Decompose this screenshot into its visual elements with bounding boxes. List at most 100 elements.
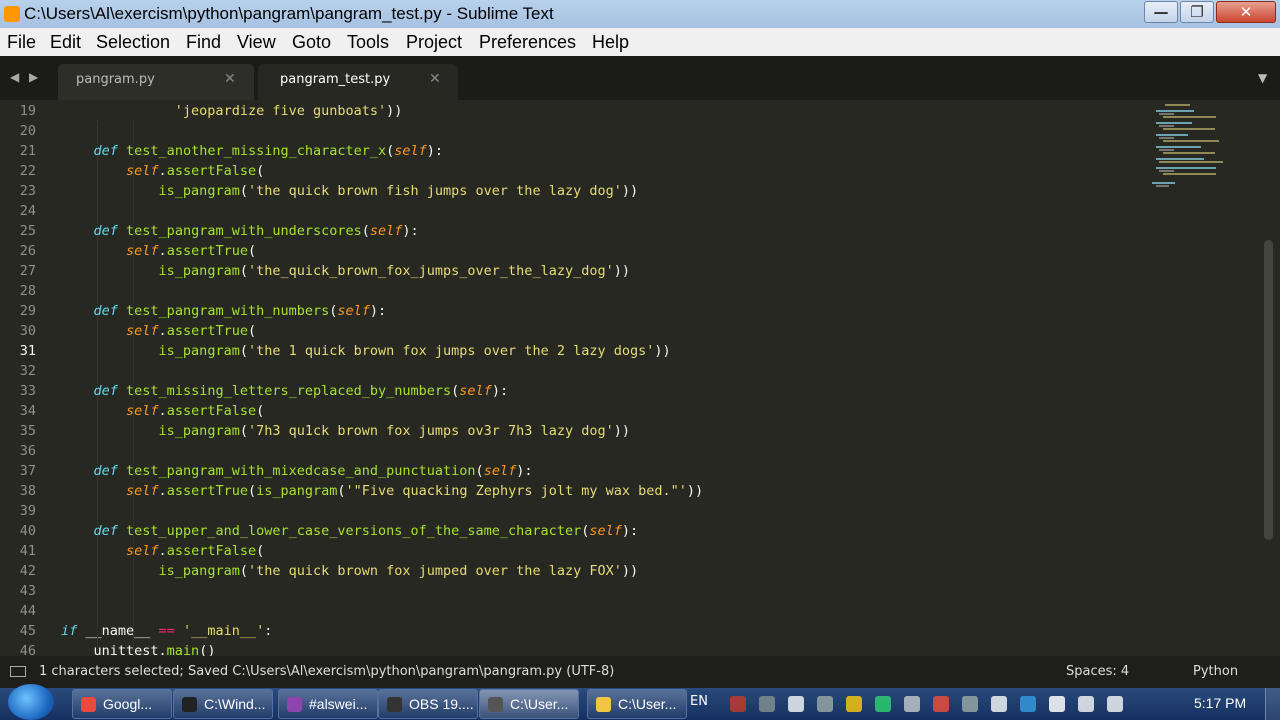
tray-icon[interactable]	[991, 696, 1007, 712]
line-number: 43	[19, 583, 36, 599]
close-button[interactable]: ✕	[1216, 1, 1276, 23]
taskbar-button[interactable]: OBS 19....	[378, 689, 478, 719]
tray-icon[interactable]	[1107, 696, 1123, 712]
tab-close-icon[interactable]: ✕	[224, 71, 236, 87]
tab-pangram-py[interactable]: pangram.py ✕	[58, 64, 254, 100]
minimap-line	[1162, 140, 1220, 142]
status-message: 1 characters selected; Saved C:\Users\Al…	[39, 664, 615, 679]
menu-file[interactable]: File	[7, 32, 36, 53]
syntax-selector[interactable]: Python	[1193, 664, 1238, 679]
vertical-scrollbar[interactable]	[1264, 240, 1273, 540]
line-number: 38	[19, 483, 36, 499]
tab-pangram-test-py[interactable]: pangram_test.py ✕	[258, 64, 458, 100]
menu-find[interactable]: Find	[186, 32, 221, 53]
code-line[interactable]: is_pangram('the 1 quick brown fox jumps …	[61, 341, 671, 361]
line-number: 19	[19, 103, 36, 119]
tray-icon[interactable]	[788, 696, 804, 712]
taskbar-button-label: Googl...	[103, 696, 153, 712]
clock[interactable]: 5:17 PM	[1194, 695, 1246, 711]
code-line[interactable]: 'jeopardize five gunboats'))	[61, 101, 403, 121]
line-number: 35	[19, 423, 36, 439]
code-line[interactable]: unittest.main()	[61, 641, 216, 656]
minimap[interactable]	[1148, 100, 1258, 656]
code-line[interactable]: self.assertFalse(	[61, 541, 264, 561]
tray-icon[interactable]	[1078, 696, 1094, 712]
app-icon	[387, 697, 402, 712]
maximize-icon: ❐	[1190, 3, 1204, 21]
code-line[interactable]: self.assertTrue(is_pangram('"Five quacki…	[61, 481, 703, 501]
taskbar-button-label: C:\User...	[618, 696, 677, 712]
menu-goto[interactable]: Goto	[292, 32, 331, 53]
close-icon: ✕	[1239, 3, 1253, 21]
code-line[interactable]: def test_upper_and_lower_case_versions_o…	[61, 521, 639, 541]
code-line[interactable]: def test_pangram_with_underscores(self):	[61, 221, 419, 241]
code-line[interactable]: def test_missing_letters_replaced_by_num…	[61, 381, 509, 401]
minimap-line	[1155, 158, 1205, 160]
app-icon	[488, 697, 503, 712]
code-editor[interactable]: 19 20 21 22 23 24 25 26 27 28 29 30 31 32 33 34 35 36 37 38…	[0, 100, 1280, 656]
title-bar: C:\Users\Al\exercism\python\pangram\pang…	[0, 0, 1280, 28]
line-number: 30	[19, 323, 36, 339]
menu-preferences[interactable]: Preferences	[479, 32, 576, 53]
taskbar-button-label: OBS 19....	[409, 696, 474, 712]
line-number: 33	[19, 383, 36, 399]
taskbar-button[interactable]: #alswei...	[278, 689, 378, 719]
code-line[interactable]: is_pangram('the quick brown fox jumped o…	[61, 561, 639, 581]
code-line[interactable]: is_pangram('the quick brown fish jumps o…	[61, 181, 639, 201]
maximize-button[interactable]: ❐	[1180, 1, 1214, 23]
indentation-setting[interactable]: Spaces: 4	[1066, 664, 1129, 679]
tab-back-icon[interactable]: ◀	[10, 70, 19, 84]
taskbar-button[interactable]: C:\Wind...	[173, 689, 273, 719]
tray-icon[interactable]	[962, 696, 978, 712]
taskbar-button[interactable]: C:\User...	[479, 689, 579, 719]
code-line[interactable]: self.assertTrue(	[61, 241, 256, 261]
tray-icon[interactable]	[759, 696, 775, 712]
code-line[interactable]: def test_pangram_with_numbers(self):	[61, 301, 387, 321]
minimap-line	[1155, 185, 1170, 187]
tab-overflow-icon[interactable]: ▼	[1258, 71, 1267, 85]
tray-icon[interactable]	[846, 696, 862, 712]
line-number: 20	[19, 123, 36, 139]
minimap-line	[1162, 173, 1216, 175]
minimap-line	[1159, 137, 1174, 139]
taskbar-button[interactable]: Googl...	[72, 689, 172, 719]
code-line[interactable]: is_pangram('the_quick_brown_fox_jumps_ov…	[61, 261, 630, 281]
tab-label: pangram.py	[76, 72, 155, 87]
tray-icon[interactable]	[904, 696, 920, 712]
indent-guide	[97, 120, 98, 656]
start-button[interactable]	[8, 684, 54, 720]
tray-icon[interactable]	[933, 696, 949, 712]
tray-icon[interactable]	[1049, 696, 1065, 712]
menu-view[interactable]: View	[237, 32, 276, 53]
tray-icon[interactable]	[730, 696, 746, 712]
tray-icon[interactable]	[875, 696, 891, 712]
tab-close-icon[interactable]: ✕	[429, 71, 441, 87]
code-line[interactable]: def test_pangram_with_mixedcase_and_punc…	[61, 461, 533, 481]
minimap-line	[1159, 125, 1174, 127]
menu-edit[interactable]: Edit	[50, 32, 81, 53]
tab-forward-icon[interactable]: ▶	[29, 70, 38, 84]
tray-icon[interactable]	[817, 696, 833, 712]
line-number: 27	[19, 263, 36, 279]
minimap-line	[1155, 167, 1216, 169]
menu-help[interactable]: Help	[592, 32, 629, 53]
minimap-line	[1155, 134, 1188, 136]
code-line[interactable]: self.assertTrue(	[61, 321, 256, 341]
tray-icon[interactable]	[1020, 696, 1036, 712]
taskbar-button[interactable]: C:\User...	[587, 689, 687, 719]
code-line[interactable]: def test_another_missing_character_x(sel…	[61, 141, 444, 161]
window-title: C:\Users\Al\exercism\python\pangram\pang…	[24, 4, 554, 23]
code-line[interactable]: is_pangram('7h3 qu1ck brown fox jumps ov…	[61, 421, 630, 441]
language-indicator[interactable]: EN	[690, 694, 708, 709]
code-line[interactable]: self.assertFalse(	[61, 401, 264, 421]
menu-project[interactable]: Project	[406, 32, 462, 53]
line-number: 37	[19, 463, 36, 479]
menu-selection[interactable]: Selection	[96, 32, 170, 53]
code-line[interactable]: self.assertFalse(	[61, 161, 264, 181]
minimize-button[interactable]: —	[1144, 1, 1178, 23]
code-line[interactable]: if __name__ == '__main__':	[61, 621, 272, 641]
panel-toggle-icon[interactable]	[10, 666, 26, 677]
menu-tools[interactable]: Tools	[347, 32, 389, 53]
show-desktop-button[interactable]	[1265, 688, 1280, 720]
line-number: 31	[19, 343, 36, 359]
